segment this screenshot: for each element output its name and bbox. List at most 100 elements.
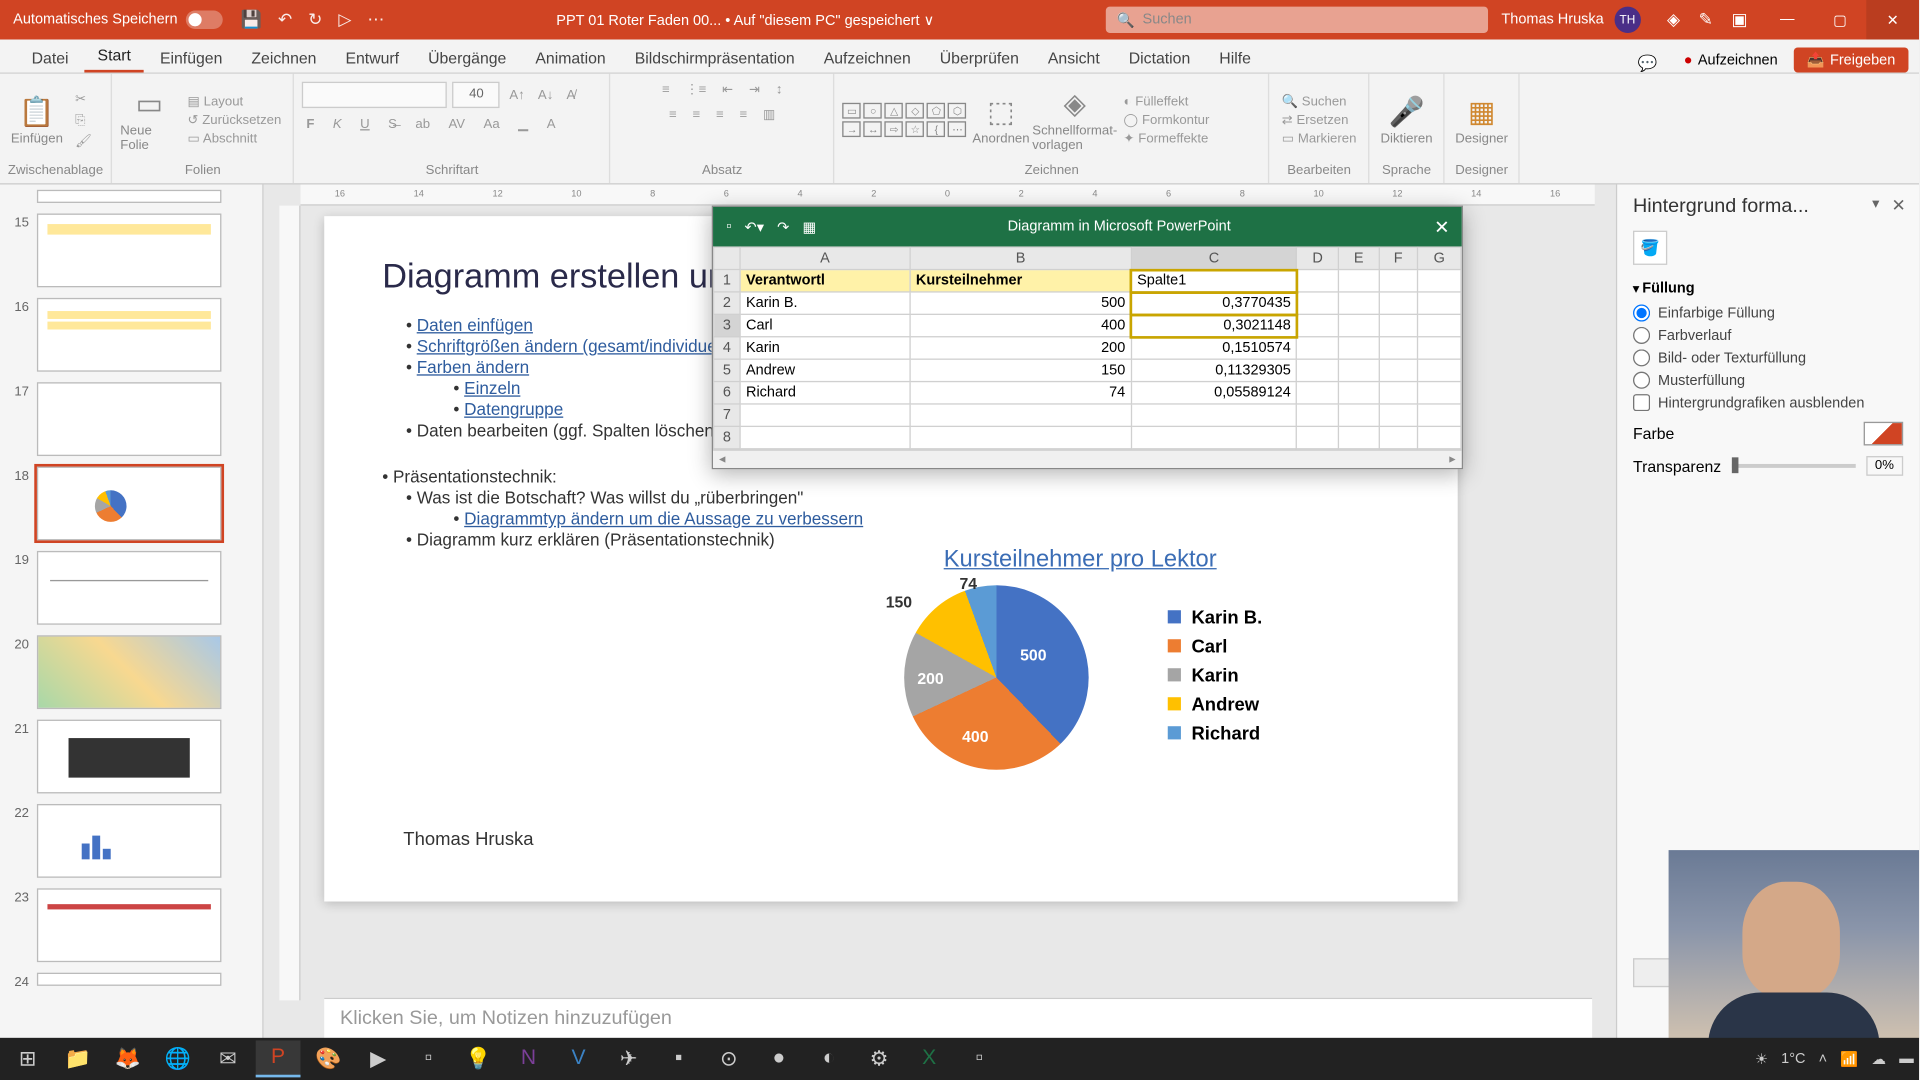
undo-icon[interactable]: ↶	[278, 9, 292, 30]
save-icon[interactable]: 💾	[241, 9, 262, 30]
indent-inc-icon[interactable]: ⇥	[745, 82, 764, 99]
transparency-value[interactable]: 0%	[1866, 456, 1904, 476]
comments-icon[interactable]: 💬	[1638, 54, 1658, 72]
bullet-text[interactable]: Was ist die Botschaft? Was willst du „rü…	[406, 488, 1400, 508]
tb-app4[interactable]: V	[556, 1040, 601, 1077]
window-icon[interactable]: ▣	[1731, 9, 1747, 30]
start-icon[interactable]: ▷	[338, 9, 351, 30]
tb-excel[interactable]: X	[907, 1040, 952, 1077]
more-icon[interactable]: ⋯	[367, 9, 384, 30]
thumb-21[interactable]	[37, 720, 222, 794]
tab-uebergaenge[interactable]: Übergänge	[415, 43, 520, 72]
select-button[interactable]: ▭ Markieren	[1278, 130, 1361, 147]
data-window-close[interactable]: ✕	[1422, 215, 1462, 237]
clear-format-icon[interactable]: A̸	[563, 86, 580, 103]
arrange-button[interactable]: ⬚Anordnen	[972, 94, 1030, 145]
tray-cloud-icon[interactable]: ☁	[1872, 1050, 1886, 1067]
tab-start[interactable]: Start	[84, 41, 144, 73]
tb-outlook[interactable]: ✉	[206, 1040, 251, 1077]
thumb-23[interactable]	[37, 888, 222, 962]
shapes-gallery[interactable]: ▭○△◇⬠⬡ →↔⇨☆{⋯	[843, 103, 967, 137]
start-button[interactable]: ⊞	[5, 1040, 50, 1077]
dw-redo-icon[interactable]: ↷	[777, 218, 789, 235]
tb-explorer[interactable]: 📁	[55, 1040, 100, 1077]
tab-aufzeichnen[interactable]: Aufzeichnen	[811, 43, 924, 72]
grow-font-icon[interactable]: A↑	[505, 86, 528, 103]
dw-excel-icon[interactable]: ▦	[802, 218, 816, 235]
bullet-link[interactable]: Daten einfügen	[417, 315, 533, 335]
tb-app5[interactable]: ▪	[656, 1040, 701, 1077]
maximize-button[interactable]: ▢	[1814, 0, 1867, 40]
tb-onenote[interactable]: N	[506, 1040, 551, 1077]
columns-icon[interactable]: ▥	[759, 107, 779, 124]
tb-app8[interactable]: ▫	[957, 1040, 1002, 1077]
underline-icon[interactable]: U	[356, 116, 373, 133]
chart-title[interactable]: Kursteilnehmer pro Lektor	[944, 546, 1217, 574]
pie-chart[interactable]: 500 400 200 150 74	[904, 585, 1089, 770]
tb-firefox[interactable]: 🦊	[105, 1040, 150, 1077]
dw-undo-icon[interactable]: ↶▾	[745, 218, 764, 235]
bullet-link[interactable]: Farben ändern	[417, 357, 529, 377]
highlight-icon[interactable]: ▁	[514, 116, 532, 133]
bold-icon[interactable]: F	[302, 116, 318, 133]
new-slide-button[interactable]: ▭Neue Folie	[120, 87, 178, 153]
reset-button[interactable]: ↺ Zurücksetzen	[184, 111, 286, 128]
fill-bucket-icon[interactable]: 🪣	[1633, 231, 1667, 265]
color-picker[interactable]	[1864, 422, 1904, 446]
align-left-icon[interactable]: ≡	[665, 107, 681, 124]
bullet-text[interactable]: Präsentationstechnik:	[382, 467, 1399, 487]
shape-fill-button[interactable]: ◐ Fülleffekt	[1120, 93, 1214, 110]
data-grid[interactable]: ABCDEFG 1VerantwortlKursteilnehmerSpalte…	[713, 246, 1462, 449]
tab-datei[interactable]: Datei	[18, 43, 81, 72]
layout-button[interactable]: ▤ Layout	[184, 93, 286, 110]
tb-app6[interactable]: ●	[757, 1040, 802, 1077]
record-button[interactable]: Aufzeichnen	[1671, 49, 1791, 73]
numbering-icon[interactable]: ⋮≡	[682, 82, 711, 99]
opt-pattern-fill[interactable]: Musterfüllung	[1633, 372, 1903, 389]
thumb-14[interactable]	[37, 190, 222, 203]
close-button[interactable]: ✕	[1866, 0, 1919, 40]
bullets-icon[interactable]: ≡	[658, 82, 674, 99]
thumb-16[interactable]	[37, 298, 222, 372]
case-icon[interactable]: Aa	[480, 116, 504, 133]
thumb-20[interactable]	[37, 635, 222, 709]
tab-bildschirm[interactable]: Bildschirmpräsentation	[622, 43, 808, 72]
temperature[interactable]: 1°C	[1781, 1051, 1805, 1067]
thumb-15[interactable]	[37, 214, 222, 288]
replace-button[interactable]: ⇄ Ersetzen	[1278, 111, 1361, 128]
cut-icon[interactable]: ✂	[71, 90, 96, 107]
tb-obs[interactable]: ⊙	[706, 1040, 751, 1077]
diamond-icon[interactable]: ◈	[1667, 9, 1680, 30]
paste-button[interactable]: 📋Einfügen	[8, 94, 66, 145]
opt-picture-fill[interactable]: Bild- oder Texturfüllung	[1633, 349, 1903, 366]
bullet-link[interactable]: Einzeln	[464, 378, 520, 398]
toggle-icon[interactable]	[185, 11, 222, 29]
tb-app2[interactable]: ▫	[406, 1040, 451, 1077]
tray-battery-icon[interactable]: ▬	[1899, 1051, 1913, 1067]
line-spacing-icon[interactable]: ↕	[772, 82, 786, 99]
section-button[interactable]: ▭ Abschnitt	[184, 130, 286, 147]
align-center-icon[interactable]: ≡	[689, 107, 705, 124]
weather-icon[interactable]: ☀	[1755, 1050, 1768, 1067]
tab-dictation[interactable]: Dictation	[1116, 43, 1204, 72]
spacing-icon[interactable]: AV	[445, 116, 470, 133]
thumb-18[interactable]	[37, 467, 222, 541]
font-family-combo[interactable]	[302, 82, 447, 108]
shape-effects-button[interactable]: ✦ Formeffekte	[1120, 130, 1214, 147]
format-painter-icon[interactable]: 🖌	[71, 132, 96, 149]
share-button[interactable]: 📤 Freigeben	[1793, 47, 1908, 72]
tb-powerpoint[interactable]: P	[256, 1040, 301, 1077]
minimize-button[interactable]: —	[1761, 0, 1814, 40]
tb-telegram[interactable]: ✈	[606, 1040, 651, 1077]
thumb-24[interactable]	[37, 973, 222, 986]
thumb-17[interactable]	[37, 382, 222, 456]
pane-collapse-icon[interactable]: ▾	[1872, 195, 1879, 212]
redo-icon[interactable]: ↻	[308, 9, 322, 30]
tab-hilfe[interactable]: Hilfe	[1206, 43, 1264, 72]
search-box[interactable]: 🔍 Suchen	[1106, 7, 1488, 33]
tab-zeichnen[interactable]: Zeichnen	[238, 43, 329, 72]
tab-ueberpruefen[interactable]: Überprüfen	[927, 43, 1033, 72]
shape-outline-button[interactable]: ◯ Formkontur	[1120, 111, 1214, 128]
tb-vlc[interactable]: ▶	[356, 1040, 401, 1077]
tb-app[interactable]: 🎨	[306, 1040, 351, 1077]
